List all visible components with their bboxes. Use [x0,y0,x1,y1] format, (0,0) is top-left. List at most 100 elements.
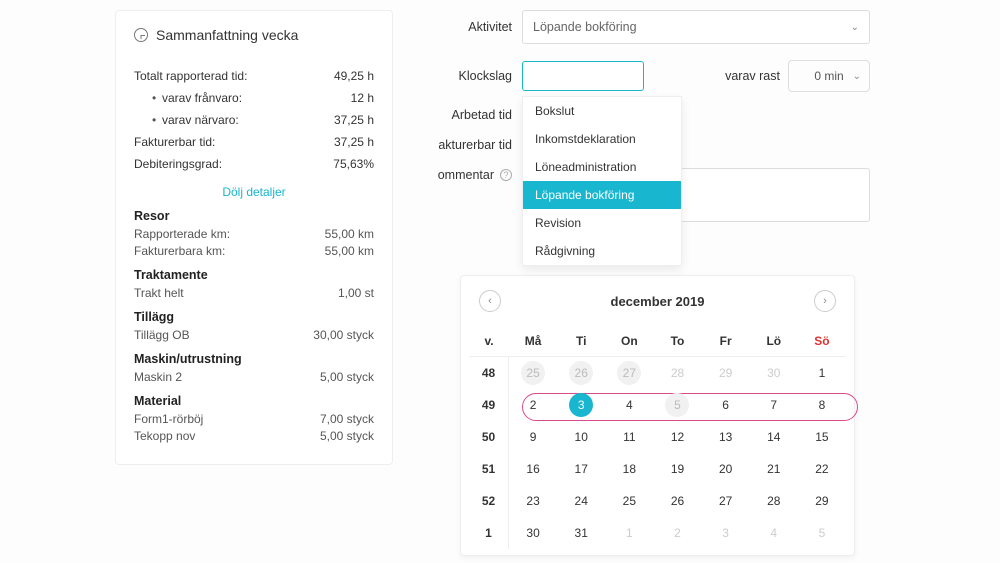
calendar-day[interactable]: 31 [557,517,605,549]
calendar-week-number: 51 [469,453,509,485]
calendar-day[interactable]: 22 [798,453,846,485]
calendar-week-number: 50 [469,421,509,453]
label-billable: akturerbar tid [430,138,522,152]
calendar-dow-header: Ti [557,326,605,357]
row-clock: Klockslag varav rast 0 min ⌄ BokslutInko… [430,60,870,92]
calendar-day[interactable]: 1 [605,517,653,549]
activity-dropdown: BokslutInkomstdeklarationLöneadministrat… [522,96,682,266]
calendar-day[interactable]: 26 [557,357,605,389]
calendar-title: december 2019 [611,294,705,309]
calendar-day[interactable]: 19 [653,453,701,485]
calendar-day[interactable]: 23 [509,485,557,517]
calendar-day[interactable]: 28 [750,485,798,517]
calendar-day[interactable]: 13 [702,421,750,453]
calendar-day[interactable]: 10 [557,421,605,453]
row-activity: Aktivitet Löpande bokföring ⌄ [430,10,870,44]
calendar-dow-header: On [605,326,653,357]
calendar-week-header: v. [469,326,509,357]
calendar: ‹ december 2019 › v.MåTiOnToFrLöSö482526… [460,275,855,556]
label-worked: Arbetad tid [430,108,522,122]
calendar-day[interactable]: 29 [702,357,750,389]
resor-row: Fakturerbara km:55,00 km [134,244,374,258]
calendar-day[interactable]: 3 [557,389,605,421]
trakt-row: Trakt helt1,00 st [134,286,374,300]
label-activity: Aktivitet [430,20,522,34]
calendar-day[interactable]: 27 [605,357,653,389]
calendar-day[interactable]: 28 [653,357,701,389]
calendar-day[interactable]: 7 [750,389,798,421]
dropdown-item[interactable]: Löpande bokföring [523,181,681,209]
calendar-day[interactable]: 6 [702,389,750,421]
section-resor: Resor [134,209,374,223]
calendar-week-number: 48 [469,357,509,389]
calendar-day[interactable]: 5 [653,389,701,421]
rast-value: 0 min [814,69,843,83]
calendar-day[interactable]: 8 [798,389,846,421]
calendar-day[interactable]: 18 [605,453,653,485]
calendar-day[interactable]: 3 [702,517,750,549]
section-maskin: Maskin/utrustning [134,352,374,366]
clock-search-input[interactable] [522,61,644,91]
section-material: Material [134,394,374,408]
section-tillagg: Tillägg [134,310,374,324]
chevron-down-icon: ⌄ [851,22,859,33]
section-traktamente: Traktamente [134,268,374,282]
dropdown-item[interactable]: Löneadministration [523,153,681,181]
calendar-day[interactable]: 29 [798,485,846,517]
calendar-week-number: 52 [469,485,509,517]
dropdown-item[interactable]: Rådgivning [523,237,681,265]
calendar-day[interactable]: 24 [557,485,605,517]
calendar-prev-button[interactable]: ‹ [479,290,501,312]
material-row: Form1-rörböj7,00 styck [134,412,374,426]
chevron-down-icon: ⌄ [853,71,861,82]
calendar-day[interactable]: 30 [509,517,557,549]
stat-presence: varav närvaro: 37,25 h [134,113,374,127]
material-row: Tekopp nov5,00 styck [134,429,374,443]
calendar-dow-header: Fr [702,326,750,357]
calendar-dow-header: To [653,326,701,357]
calendar-day[interactable]: 12 [653,421,701,453]
calendar-dow-header: Lö [750,326,798,357]
calendar-day[interactable]: 4 [605,389,653,421]
calendar-grid: v.MåTiOnToFrLöSö482526272829301492345678… [469,326,846,549]
calendar-day[interactable]: 26 [653,485,701,517]
summary-header: Sammanfattning vecka [134,23,374,51]
info-icon[interactable]: ? [500,169,512,181]
calendar-day[interactable]: 21 [750,453,798,485]
activity-value: Löpande bokföring [533,20,637,34]
stat-billable: Fakturerbar tid: 37,25 h [134,135,374,149]
calendar-day[interactable]: 9 [509,421,557,453]
calendar-dow-header: Sö [798,326,846,357]
calendar-day[interactable]: 16 [509,453,557,485]
calendar-dow-header: Må [509,326,557,357]
tillagg-row: Tillägg OB30,00 styck [134,328,374,342]
calendar-day[interactable]: 1 [798,357,846,389]
rast-select[interactable]: 0 min ⌄ [788,60,870,92]
calendar-day[interactable]: 30 [750,357,798,389]
calendar-next-button[interactable]: › [814,290,836,312]
dropdown-item[interactable]: Inkomstdeklaration [523,125,681,153]
calendar-day[interactable]: 14 [750,421,798,453]
stat-debit: Debiteringsgrad: 75,63% [134,157,374,171]
label-clock: Klockslag [430,69,522,83]
hide-details-link[interactable]: Dölj detaljer [134,185,374,199]
calendar-day[interactable]: 25 [605,485,653,517]
calendar-day[interactable]: 2 [653,517,701,549]
calendar-day[interactable]: 4 [750,517,798,549]
calendar-week-number: 1 [469,517,509,549]
dropdown-item[interactable]: Revision [523,209,681,237]
resor-row: Rapporterade km:55,00 km [134,227,374,241]
calendar-week-number: 49 [469,389,509,421]
calendar-day[interactable]: 2 [509,389,557,421]
calendar-day[interactable]: 11 [605,421,653,453]
stat-total: Totalt rapporterad tid: 49,25 h [134,69,374,83]
calendar-day[interactable]: 15 [798,421,846,453]
calendar-day[interactable]: 27 [702,485,750,517]
calendar-day[interactable]: 25 [509,357,557,389]
calendar-day[interactable]: 20 [702,453,750,485]
activity-select[interactable]: Löpande bokföring ⌄ [522,10,870,44]
summary-title: Sammanfattning vecka [156,27,298,43]
calendar-day[interactable]: 5 [798,517,846,549]
calendar-day[interactable]: 17 [557,453,605,485]
dropdown-item[interactable]: Bokslut [523,97,681,125]
